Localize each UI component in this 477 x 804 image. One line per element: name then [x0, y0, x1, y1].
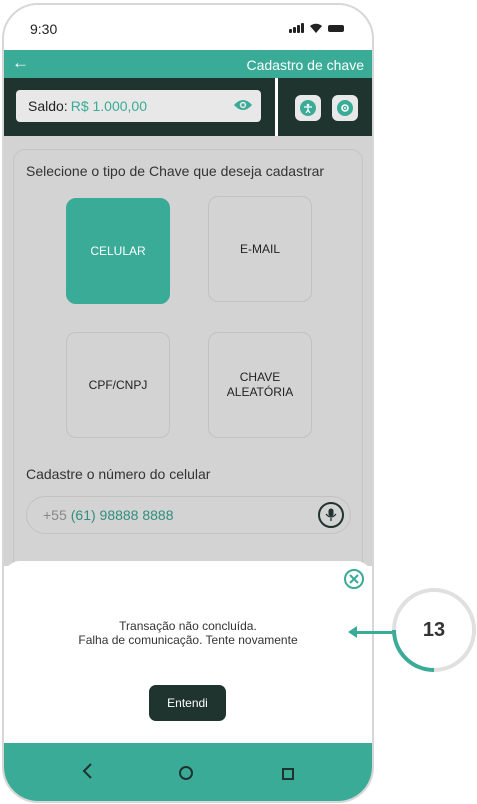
circle-home-icon[interactable] [179, 766, 193, 780]
accessibility-icon [300, 100, 316, 116]
status-bar: 9:30 [4, 5, 372, 49]
key-type-chave-aleatoria[interactable]: CHAVE ALEATÓRIA [208, 332, 312, 438]
arrow-left-icon[interactable]: ← [12, 54, 29, 72]
balance-label: Saldo: [28, 98, 68, 114]
annotation-line [356, 631, 394, 634]
error-dialog: Transação não concluída. Falha de comuni… [4, 561, 372, 743]
wifi-icon [310, 23, 322, 33]
square-recents-icon[interactable] [282, 768, 294, 780]
signal-icon [289, 23, 304, 33]
country-code: +55 [43, 507, 67, 523]
phone-number-field[interactable]: +55 (61) 98888 8888 [26, 496, 351, 534]
key-type-prompt: Selecione o tipo de Chave que deseja cad… [26, 163, 325, 179]
phone-frame: 9:30 ← Cadastro de chave Saldo: R$ 1.000… [2, 3, 374, 803]
ok-button[interactable]: Entendi [149, 685, 226, 721]
microphone-icon[interactable] [318, 502, 344, 528]
phone-field-label: Cadastre o número do celular [26, 466, 211, 482]
page-title: Cadastro de chave [246, 57, 364, 73]
settings-button[interactable] [332, 95, 358, 121]
status-time: 9:30 [30, 21, 58, 37]
key-type-celular[interactable]: CELULAR [66, 198, 170, 304]
step-number: 13 [422, 618, 446, 641]
settings-icon [337, 100, 353, 116]
band-divider [275, 78, 278, 136]
annotation-arrowhead [348, 626, 357, 638]
chevron-left-icon[interactable] [76, 759, 100, 783]
balance-value: R$ 1.000,00 [70, 98, 147, 114]
account-band: Saldo: R$ 1.000,00 [4, 78, 372, 136]
key-type-email[interactable]: E-MAIL [208, 196, 312, 302]
close-icon[interactable] [344, 569, 364, 589]
balance-box: Saldo: R$ 1.000,00 [16, 90, 261, 122]
system-nav-bar [4, 743, 372, 801]
eye-icon[interactable] [233, 98, 253, 112]
dialog-message-line1: Transação não concluída. [119, 619, 257, 633]
key-type-cpf-cnpj[interactable]: CPF/CNPJ [66, 332, 170, 438]
status-icons [289, 23, 344, 33]
phone-number-value: (61) 98888 8888 [70, 507, 174, 523]
accessibility-button[interactable] [295, 95, 321, 121]
battery-icon [328, 24, 344, 32]
app-header: ← Cadastro de chave [4, 50, 372, 78]
dialog-message-line2: Falha de comunicação. Tente novamente [78, 633, 298, 647]
